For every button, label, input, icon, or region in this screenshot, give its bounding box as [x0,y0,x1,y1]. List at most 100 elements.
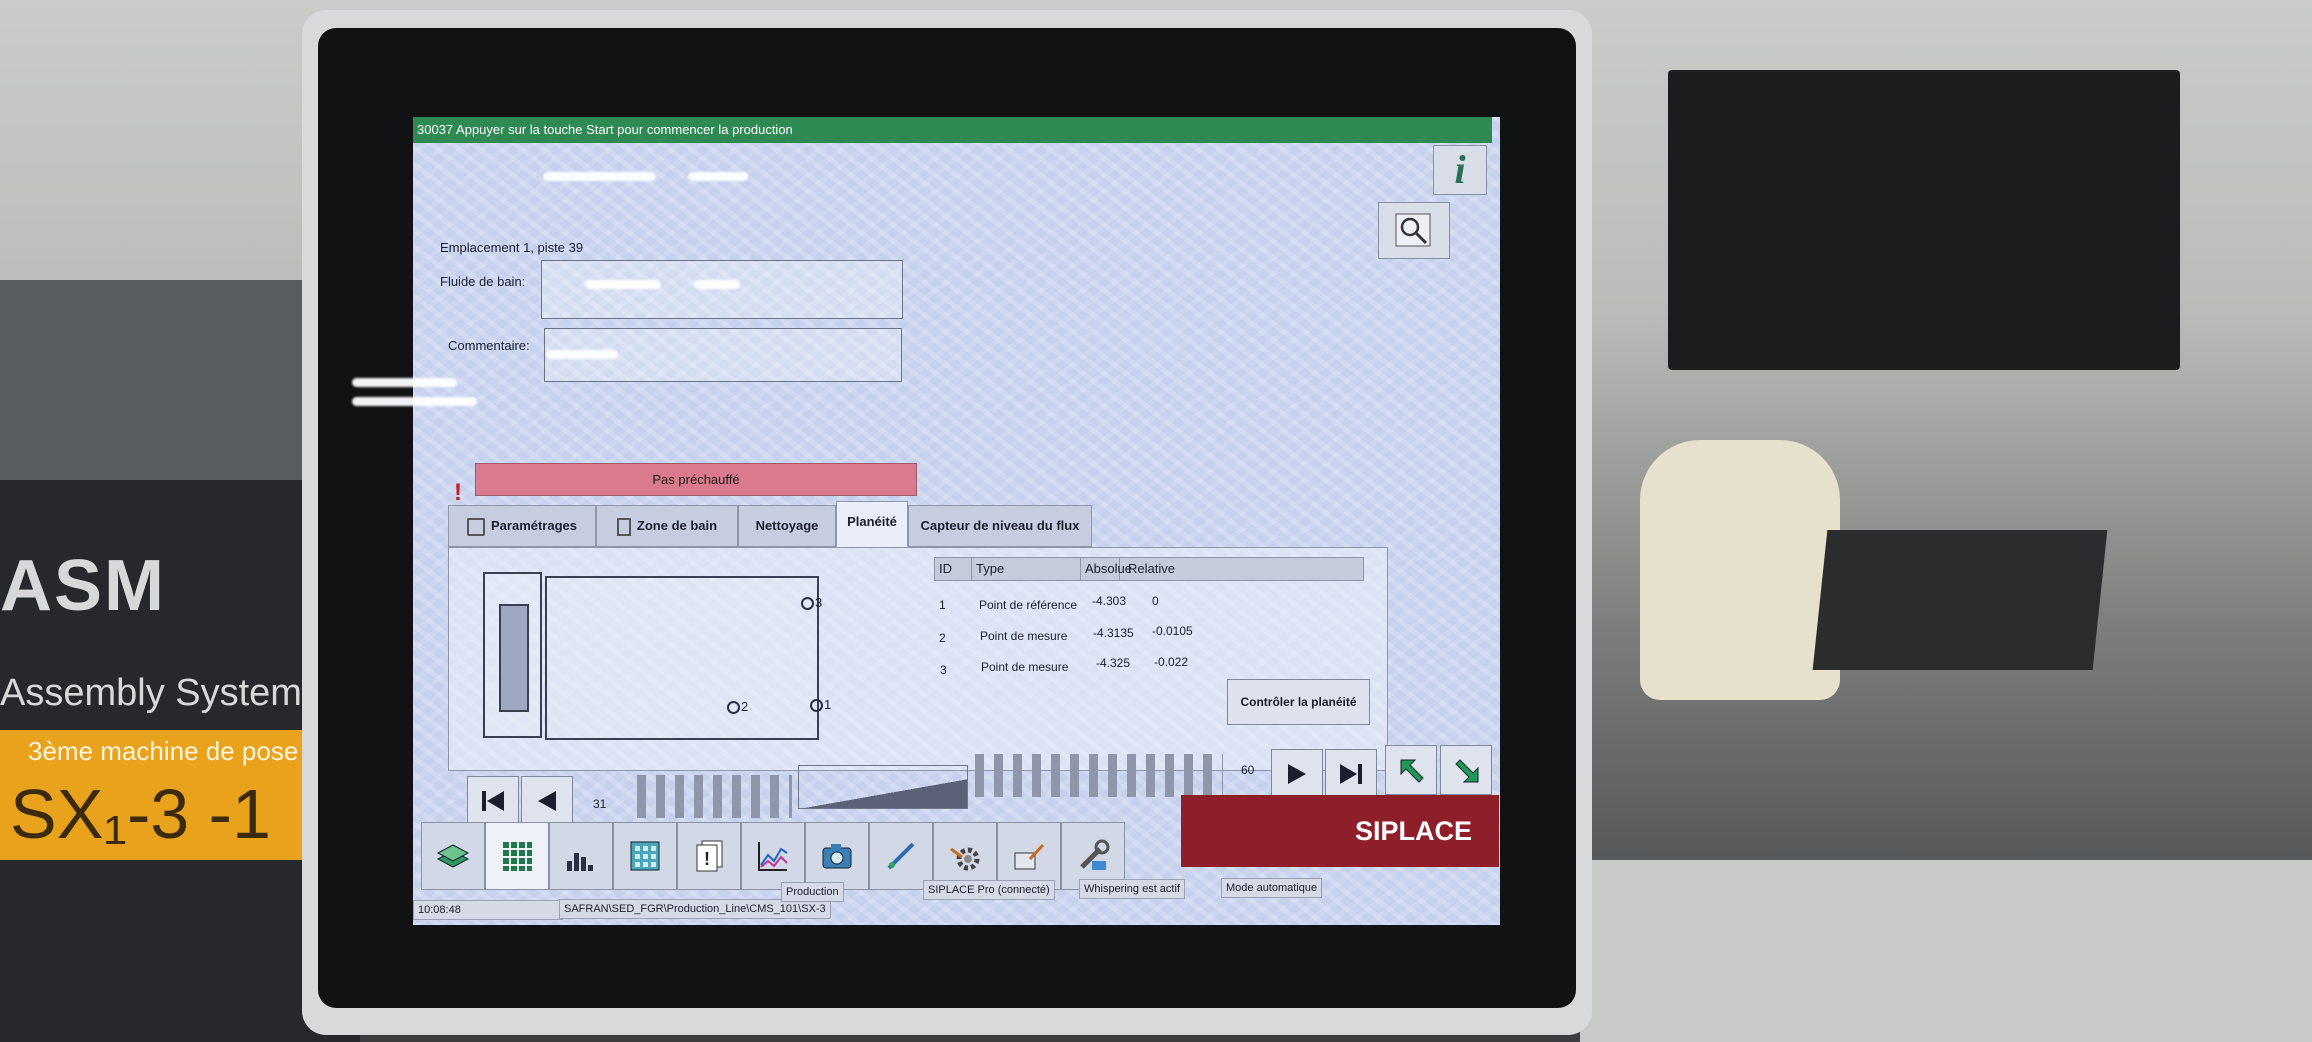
camera-icon [822,844,852,869]
microscope [1640,440,1840,700]
siplace-screen: 30037 Appuyer sur la touche Start pour c… [413,117,1500,925]
gear-icon [950,847,980,871]
export-button[interactable] [1385,745,1437,795]
tab-label: Paramétrages [491,518,577,533]
skip-first-icon [482,791,504,811]
measure-point-1: 1 [810,697,831,713]
row1-relative: 0 [1152,594,1159,608]
preheat-status: Pas préchauffé [475,463,917,496]
check-planarity-button[interactable]: Contrôler la planéité [1227,679,1370,725]
row1-id: 1 [939,598,946,612]
toolbar-bars-button[interactable] [549,822,613,890]
previous-page-button[interactable] [521,776,573,826]
bath-diagram-slot [483,572,542,738]
toolbar-linechart-button[interactable] [741,822,805,890]
bar-chart-icon [567,853,593,871]
planarity-table-header: ID Type Absolue Relative [934,557,1364,581]
info-button[interactable]: i [1433,145,1487,195]
tab-nettoyage[interactable]: Nettoyage [738,505,836,547]
col-absolute: Absolue [1081,558,1132,580]
status-auto-mode: Mode automatique [1221,878,1323,898]
message-title-bar: 30037 Appuyer sur la touche Start pour c… [413,117,1492,143]
status-time: 10:08:48 [413,900,563,920]
tab-capteur-niveau-flux[interactable]: Capteur de niveau du flux [908,505,1092,547]
progress-indicator [798,765,968,809]
current-position: 31 [593,797,607,811]
siplace-brand: SIPLACE [1181,795,1499,867]
feeder-icon [1014,843,1045,870]
status-production: Production [781,882,844,902]
row2-relative: -0.0105 [1152,624,1193,638]
screen-reflection [694,280,740,289]
stack-icon [436,844,470,868]
toolbar-camera-button[interactable] [805,822,869,890]
skip-last-icon [1340,764,1362,784]
row2-type: Point de mesure [980,629,1068,643]
bath-diagram-board [545,576,819,740]
bath-fluid-field[interactable] [541,260,903,319]
secondary-monitor [1668,70,2180,370]
col-id: ID [935,558,972,580]
wrench-icon [1080,839,1110,870]
tab-planeite[interactable]: Planéité [836,501,908,547]
tab-label: Capteur de niveau du flux [920,518,1080,533]
col-type: Type [972,558,1081,580]
previous-icon [538,791,556,811]
toolbar-notes-button[interactable]: ! [677,822,741,890]
row3-absolute: -4.325 [1096,656,1131,670]
machine-label-plate: 3ème machine de pose SX₁-3 -1 [0,730,350,860]
progress-stripes-right [975,754,1223,797]
line-chart-icon [758,842,788,871]
toolbar-grid-button[interactable] [485,822,549,890]
next-page-button[interactable] [1271,749,1323,799]
row1-type: Point de référence [979,598,1078,612]
tool-icon [887,842,915,870]
svg-text:!: ! [704,849,710,869]
status-whispering: Whispering est actif [1079,879,1185,899]
status-path: SAFRAN\SED_FGR\Production_Line\CMS_101\S… [559,899,831,919]
location-label: Emplacement 1, piste 39 [440,240,584,255]
screen-reflection [585,280,661,289]
tab-label: Zone de bain [636,518,718,533]
machine-id: SX₁-3 -1 [10,775,271,853]
toolbar-stack-button[interactable] [421,822,485,890]
zoom-button[interactable] [1378,202,1450,259]
asm-logo-text: ASM [0,546,166,626]
bath-diagram-inner [499,604,529,712]
magnifier-icon [1395,213,1431,247]
warning-icon: ! [454,479,462,506]
col-relative: Relative [1128,561,1175,576]
measure-point-3: 3 [801,595,822,611]
tab-label: Planéité [847,514,897,529]
row1-absolute: -4.303 [1092,594,1127,608]
row2-id: 2 [939,631,946,645]
measure-point-2: 2 [727,699,748,715]
bezel-reflection [352,378,457,387]
screen-reflection [546,350,618,359]
screen-reflection [688,172,748,181]
workbench [1580,860,2312,1042]
tab-label: Nettoyage [755,518,819,533]
info-icon: i [1454,147,1466,192]
row3-id: 3 [940,663,947,677]
bath-tab-icon [616,517,631,536]
next-icon [1288,764,1306,784]
row2-absolute: -4.3135 [1093,626,1134,640]
last-page-button[interactable] [1325,749,1377,799]
tab-zone-de-bain[interactable]: Zone de bain [596,505,738,547]
bath-fluid-label: Fluide de bain: [440,274,526,289]
screen-reflection [543,172,656,181]
tab-parametrages[interactable]: Paramétrages [448,505,596,547]
toolbar-tray-button[interactable] [613,822,677,890]
comment-label: Commentaire: [448,338,530,353]
machine-label: 3ème machine de pose [28,736,299,766]
row3-relative: -0.022 [1154,655,1189,669]
first-page-button[interactable] [467,776,519,826]
wrench-tab-icon [467,517,485,536]
import-button[interactable] [1440,745,1492,795]
asm-subtitle: Assembly Systems [0,672,321,714]
keyboard [1812,530,2108,670]
tray-icon [630,841,660,871]
notes-icon: ! [696,840,723,872]
bezel-reflection [352,397,477,406]
